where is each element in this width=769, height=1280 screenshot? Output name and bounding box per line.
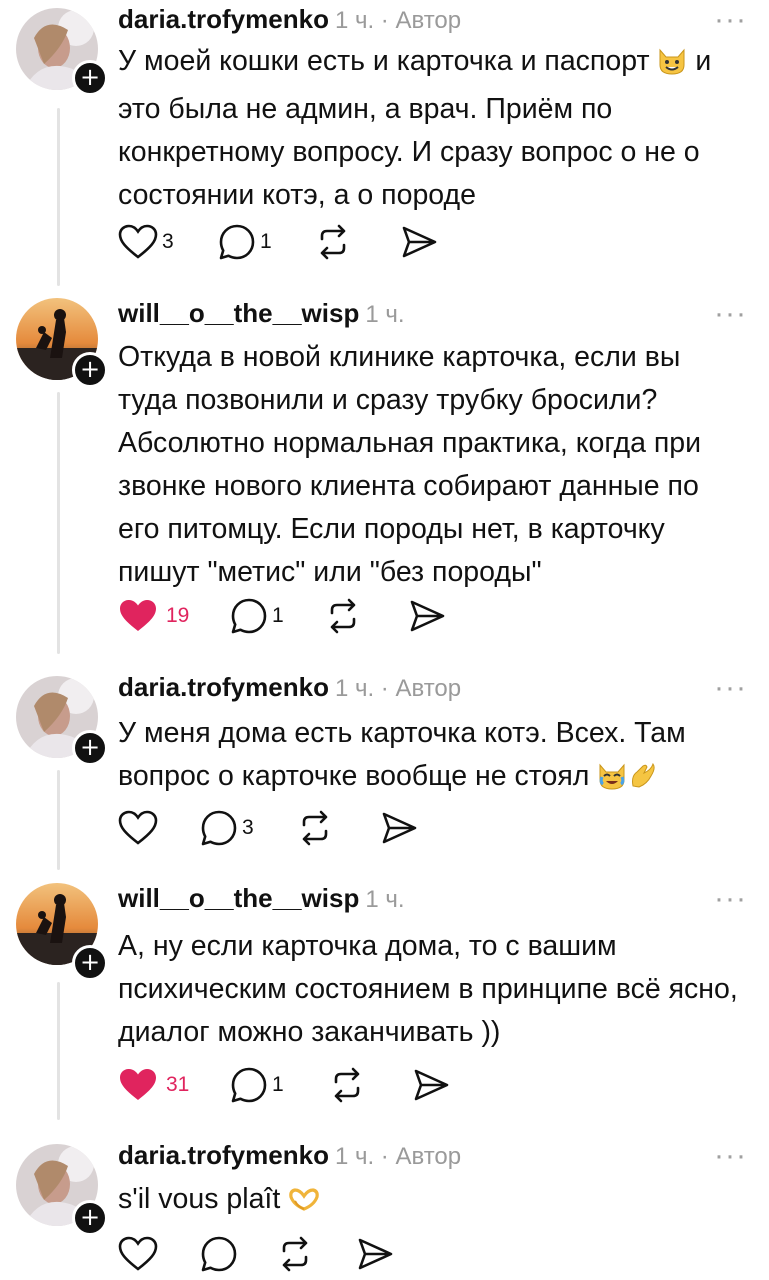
follow-plus-button[interactable]: + (72, 730, 108, 766)
comment-icon (219, 224, 255, 260)
repost-button[interactable] (314, 222, 352, 262)
post-text: s'il vous plaît (118, 1178, 743, 1226)
reply-button[interactable] (200, 1234, 238, 1274)
username[interactable]: daria.trofymenko (118, 1140, 329, 1170)
username[interactable]: will__o__the__wisp (118, 298, 359, 328)
reply-count: 1 (272, 1073, 284, 1096)
more-options-icon[interactable]: ··· (714, 673, 747, 703)
post-meta: 1 ч. · Автор (334, 7, 462, 34)
pinching-hand-emoji (627, 760, 657, 803)
crying-cat-emoji (597, 760, 627, 803)
post-meta: 1 ч. · Автор (334, 675, 462, 702)
reply-post: + daria.trofymenko 1 ч. · Автор ··· У мое… (0, 0, 769, 290)
comment-icon (231, 598, 267, 634)
reply-count: 1 (260, 230, 272, 253)
like-button[interactable]: 3 (118, 222, 174, 262)
reply-count: 3 (242, 816, 254, 839)
username[interactable]: will__o__the__wisp (118, 883, 359, 913)
more-options-icon[interactable]: ··· (714, 1141, 747, 1171)
like-button[interactable] (118, 808, 158, 848)
follow-plus-button[interactable]: + (72, 1200, 108, 1236)
repost-icon (282, 1236, 308, 1272)
repost-icon (320, 224, 346, 260)
more-options-icon[interactable]: ··· (714, 299, 747, 329)
username[interactable]: daria.trofymenko (118, 672, 329, 702)
repost-button[interactable] (296, 808, 334, 848)
like-button[interactable] (118, 1234, 158, 1274)
more-options-icon[interactable]: ··· (714, 5, 747, 35)
post-text: У меня дома есть карточка котэ. Всех. Та… (118, 712, 743, 803)
follow-plus-button[interactable]: + (72, 945, 108, 981)
reply-post: + daria.trofymenko 1 ч. · Автор ··· У мен… (0, 660, 769, 875)
reply-button[interactable]: 1 (230, 1065, 284, 1105)
send-icon (414, 1069, 449, 1101)
post-meta: 1 ч. (365, 301, 405, 328)
like-button[interactable]: 31 (118, 1065, 189, 1105)
repost-button[interactable] (324, 596, 362, 636)
post-text: У моей кошки есть и карточка и паспорт и… (118, 45, 712, 211)
repost-button[interactable] (276, 1234, 314, 1274)
send-icon (402, 226, 437, 258)
follow-plus-button[interactable]: + (72, 352, 108, 388)
heart-filled-icon (120, 1069, 156, 1100)
repost-icon (334, 1067, 360, 1103)
like-count: 31 (166, 1073, 190, 1096)
grinning-cat-emoji (657, 45, 687, 88)
send-icon (382, 812, 417, 844)
heart-hands-emoji (288, 1183, 320, 1226)
comment-icon (201, 1236, 237, 1272)
repost-icon (330, 598, 356, 634)
reply-post: + will__o__the__wisp 1 ч. ··· Откуда в но… (0, 290, 769, 660)
send-icon (358, 1238, 393, 1270)
send-icon (410, 600, 445, 632)
repost-icon (302, 810, 328, 846)
share-button[interactable] (380, 808, 418, 848)
share-button[interactable] (356, 1234, 394, 1274)
comment-icon (201, 810, 237, 846)
reply-button[interactable]: 1 (218, 222, 272, 262)
reply-post: + will__o__the__wisp 1 ч. ··· А, ну если … (0, 875, 769, 1130)
post-text: А, ну если карточка дома, то с вашим пси… (118, 930, 738, 1048)
username[interactable]: daria.trofymenko (118, 4, 329, 34)
share-button[interactable] (412, 1065, 450, 1105)
like-button[interactable]: 19 (118, 596, 189, 636)
follow-plus-button[interactable]: + (72, 60, 108, 96)
reply-post: + daria.trofymenko 1 ч. · Автор ··· s'il … (0, 1130, 769, 1280)
post-text: Откуда в новой клинике карточка, если вы… (118, 341, 702, 588)
reply-count: 1 (272, 604, 284, 627)
reply-button[interactable]: 3 (200, 808, 254, 848)
heart-filled-icon (120, 600, 156, 631)
heart-icon (118, 810, 158, 845)
like-count: 19 (166, 604, 190, 627)
repost-button[interactable] (328, 1065, 366, 1105)
comment-icon (231, 1067, 267, 1103)
heart-icon (118, 224, 158, 259)
share-button[interactable] (408, 596, 446, 636)
more-options-icon[interactable]: ··· (714, 884, 747, 914)
heart-icon (118, 1236, 158, 1271)
like-count: 3 (162, 230, 174, 253)
reply-button[interactable]: 1 (230, 596, 284, 636)
post-meta: 1 ч. · Автор (334, 1143, 462, 1170)
share-button[interactable] (400, 222, 438, 262)
post-meta: 1 ч. (365, 886, 405, 913)
